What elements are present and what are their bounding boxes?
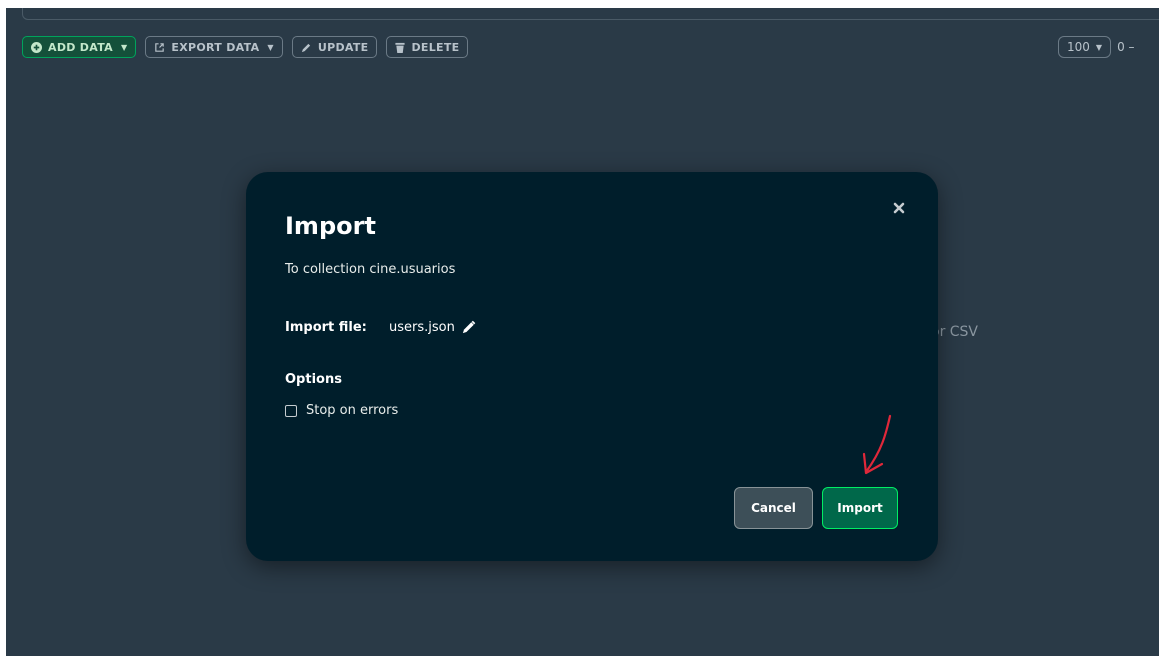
import-button[interactable]: Import	[822, 487, 898, 529]
pencil-icon[interactable]	[461, 320, 476, 335]
page-size-value: 100	[1067, 40, 1090, 54]
query-bar-edge	[22, 8, 1159, 20]
caret-down-icon: ▼	[1095, 42, 1103, 52]
caret-down-icon: ▼	[120, 42, 128, 52]
options-heading: Options	[285, 372, 342, 387]
annotation-arrow-icon	[862, 414, 892, 475]
modal-subtitle: To collection cine.usuarios	[285, 262, 456, 277]
pagination: 100 ▼ 0 –	[1058, 36, 1135, 58]
close-icon[interactable]	[892, 200, 908, 216]
checkbox-box[interactable]	[285, 404, 297, 417]
add-data-button[interactable]: ADD DATA ▼	[22, 36, 137, 58]
import-file-label: Import file:	[285, 320, 367, 335]
delete-button[interactable]: DELETE	[386, 36, 469, 58]
page-size-select[interactable]: 100 ▼	[1058, 36, 1112, 58]
update-button[interactable]: UPDATE	[291, 36, 378, 58]
trash-icon	[395, 42, 406, 53]
app-background: ADD DATA ▼ EXPORT DATA ▼ UPDATE DELETE 1…	[6, 8, 1159, 656]
pencil-icon	[301, 42, 312, 53]
import-modal: Import To collection cine.usuarios Impor…	[246, 172, 938, 561]
modal-title: Import	[285, 212, 376, 240]
stop-on-errors-checkbox[interactable]: Stop on errors	[285, 403, 398, 418]
caret-down-icon: ▼	[267, 42, 274, 52]
documents-toolbar: ADD DATA ▼ EXPORT DATA ▼ UPDATE DELETE	[22, 36, 469, 60]
cancel-button[interactable]: Cancel	[734, 487, 813, 529]
page-range: 0 –	[1117, 40, 1135, 54]
delete-label: DELETE	[411, 40, 460, 54]
export-icon	[154, 42, 165, 53]
import-file-row: Import file: users.json	[285, 320, 476, 335]
export-data-button[interactable]: EXPORT DATA ▼	[145, 36, 283, 58]
add-data-label: ADD DATA	[48, 40, 113, 54]
plus-circle-icon	[31, 41, 42, 53]
import-file-name: users.json	[389, 320, 455, 335]
export-data-label: EXPORT DATA	[171, 40, 260, 54]
background-hint-text: or CSV	[931, 324, 979, 340]
stop-on-errors-label: Stop on errors	[306, 403, 399, 418]
update-label: UPDATE	[317, 40, 369, 54]
